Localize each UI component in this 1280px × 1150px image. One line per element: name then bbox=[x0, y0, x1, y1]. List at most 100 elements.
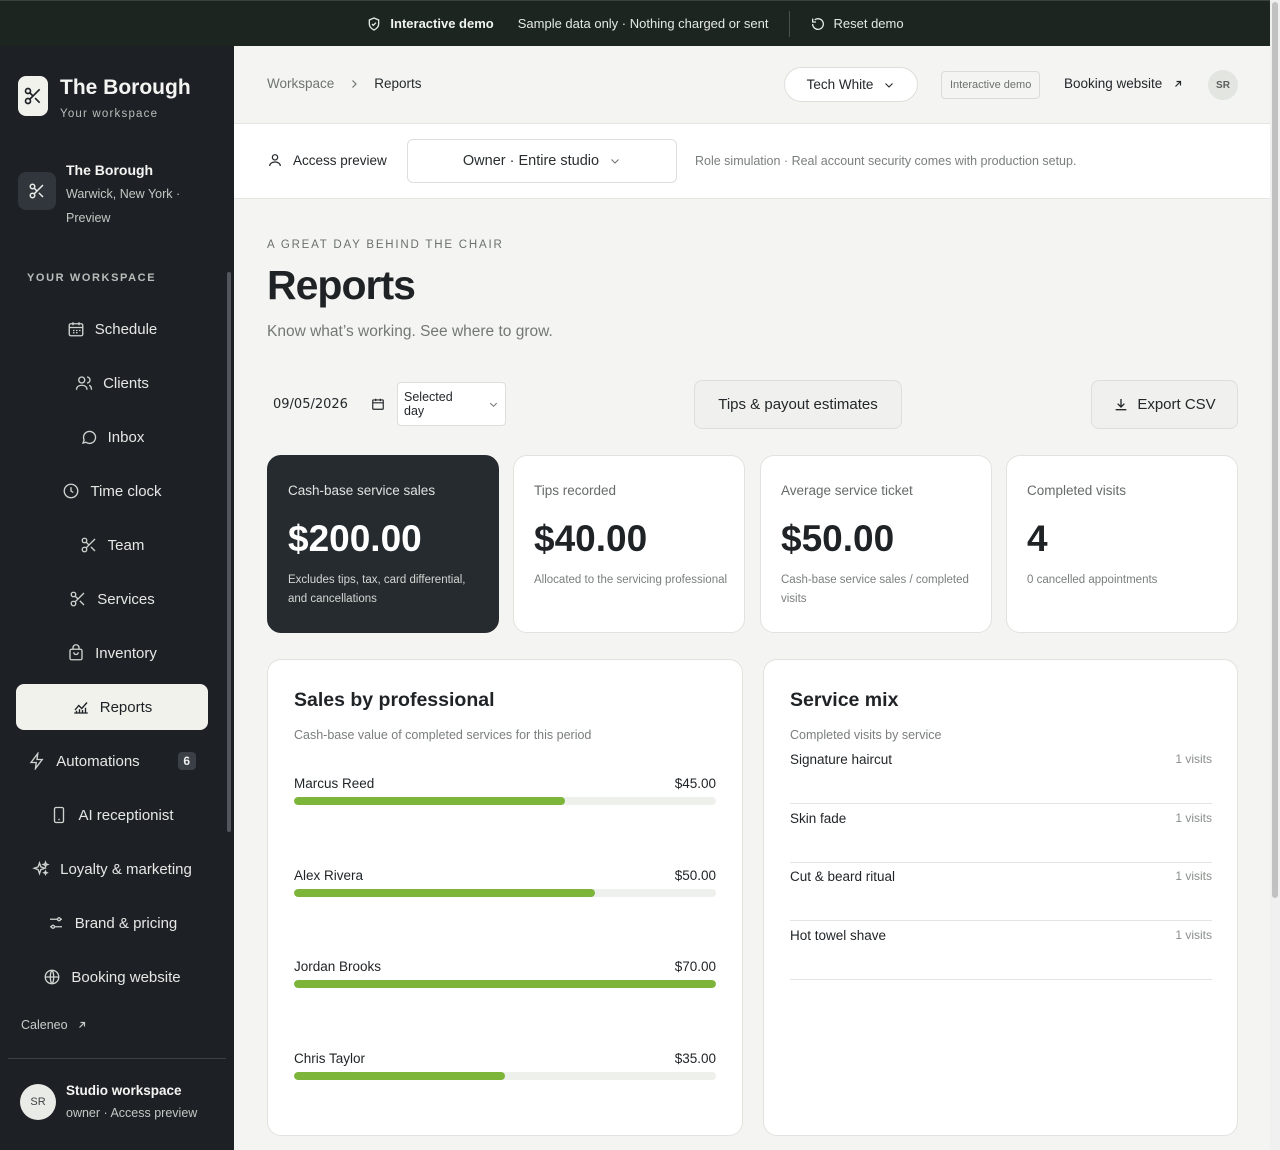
sidebar-item-brand-pricing[interactable]: Brand & pricing bbox=[16, 900, 208, 946]
demo-banner-title: Interactive demo bbox=[366, 16, 494, 32]
access-preview-bar: Access preview Owner · Entire studio Rol… bbox=[234, 124, 1270, 199]
sidebar: The Borough Your workspace The Borough W… bbox=[0, 46, 234, 1150]
brand-subtitle: Your workspace bbox=[60, 108, 159, 120]
demo-banner-divider bbox=[788, 10, 790, 37]
studio-card[interactable]: The Borough Warwick, New York · Preview bbox=[18, 158, 196, 230]
sidebar-section-label: YOUR WORKSPACE bbox=[27, 272, 157, 284]
lightning-icon bbox=[29, 752, 44, 770]
progress-track bbox=[294, 889, 716, 897]
scissors-icon bbox=[81, 537, 96, 553]
professional-value: $70.00 bbox=[674, 959, 716, 974]
breadcrumb: Workspace Reports bbox=[267, 76, 422, 91]
sidebar-user[interactable]: SR Studio workspace owner · Access previ… bbox=[20, 1080, 197, 1124]
service-row: Signature haircut 1 visits bbox=[790, 745, 1212, 804]
service-mix-panel: Service mix Completed visits by service … bbox=[763, 659, 1238, 1136]
sidebar-item-ai-receptionist[interactable]: AI receptionist bbox=[16, 792, 208, 838]
service-row: Cut & beard ritual 1 visits bbox=[790, 862, 1212, 921]
kpi-value: 4 bbox=[1027, 518, 1048, 559]
scissors-icon bbox=[29, 183, 44, 199]
kpi-value: $50.00 bbox=[781, 518, 895, 559]
service-visit-count: 1 visits bbox=[1175, 811, 1212, 825]
sidebar-item-inventory[interactable]: Inventory bbox=[16, 630, 208, 676]
breadcrumb-workspace[interactable]: Workspace bbox=[267, 76, 334, 91]
sliders-icon bbox=[49, 917, 62, 929]
professional-value: $35.00 bbox=[674, 1051, 716, 1066]
sidebar-item-clients[interactable]: Clients bbox=[16, 360, 208, 406]
panel-title: Sales by professional bbox=[294, 689, 495, 711]
sidebar-item-automations[interactable]: Automations 6 bbox=[16, 738, 208, 784]
theme-select[interactable]: Tech White bbox=[784, 67, 918, 102]
sidebar-user-role: owner · Access preview bbox=[66, 1106, 198, 1120]
sidebar-user-name: Studio workspace bbox=[66, 1083, 182, 1098]
demo-banner-note: Sample data only · Nothing charged or se… bbox=[517, 16, 769, 31]
reset-demo-button[interactable]: Reset demo bbox=[810, 16, 904, 32]
sidebar-item-reports[interactable]: Reports bbox=[16, 684, 208, 730]
sales-by-professional-panel: Sales by professional Cash-base value of… bbox=[267, 659, 743, 1136]
kpi-label: Cash-base service sales bbox=[288, 483, 436, 498]
shopping-bag-icon bbox=[69, 644, 83, 661]
professional-row: Marcus Reed $45.00 bbox=[294, 776, 716, 816]
users-icon bbox=[75, 376, 93, 390]
calendar-icon[interactable] bbox=[371, 397, 385, 411]
professional-name: Alex Rivera bbox=[294, 868, 364, 883]
panel-title: Service mix bbox=[790, 689, 899, 711]
service-name: Cut & beard ritual bbox=[790, 869, 896, 884]
page-title: Reports bbox=[267, 262, 416, 308]
sidebar-divider bbox=[8, 1058, 226, 1059]
calendar-icon bbox=[68, 322, 84, 337]
chart-line-icon bbox=[73, 702, 88, 714]
service-name: Skin fade bbox=[790, 811, 847, 826]
studio-location: Warwick, New York · Preview bbox=[66, 187, 181, 225]
demo-banner: Interactive demo Sample data only · Noth… bbox=[0, 0, 1270, 46]
service-row: Hot towel shave 1 visits bbox=[790, 921, 1212, 980]
professional-row: Chris Taylor $35.00 bbox=[294, 1051, 716, 1091]
tips-payout-button[interactable]: Tips & payout estimates bbox=[694, 380, 902, 429]
sidebar-item-loyalty-marketing[interactable]: Loyalty & marketing bbox=[16, 846, 208, 892]
sparkles-icon bbox=[32, 860, 50, 876]
chevron-right-icon bbox=[352, 79, 358, 88]
sidebar-item-services[interactable]: Services bbox=[16, 576, 208, 622]
studio-icon bbox=[18, 172, 56, 210]
brand[interactable]: The Borough Your workspace bbox=[18, 76, 191, 120]
service-name: Signature haircut bbox=[790, 752, 893, 767]
period-select[interactable]: Selected day bbox=[397, 382, 506, 426]
progress-fill bbox=[294, 797, 566, 805]
sidebar-item-schedule[interactable]: Schedule bbox=[16, 306, 208, 352]
kpi-card-average-ticket: Average service ticket $50.00 Cash-base … bbox=[760, 455, 992, 633]
export-csv-button[interactable]: Export CSV bbox=[1091, 380, 1238, 429]
phone-icon bbox=[54, 806, 65, 824]
chevron-down-icon bbox=[885, 82, 894, 88]
sidebar-item-team[interactable]: Team bbox=[16, 522, 208, 568]
kpi-note: 0 cancelled appointments bbox=[1027, 574, 1158, 586]
service-row: Skin fade 1 visits bbox=[790, 804, 1212, 863]
page-scrollbar[interactable] bbox=[1270, 0, 1280, 1150]
external-link-icon bbox=[78, 1021, 85, 1028]
professional-value: $50.00 bbox=[674, 868, 716, 883]
caleneo-link[interactable]: Caleneo bbox=[21, 1018, 88, 1032]
booking-website-link[interactable]: Booking website bbox=[1064, 76, 1184, 91]
avatar[interactable]: SR bbox=[1208, 70, 1238, 100]
sidebar-item-inbox[interactable]: Inbox bbox=[16, 414, 208, 460]
demo-chip: Interactive demo bbox=[941, 71, 1041, 99]
kpi-label: Average service ticket bbox=[781, 483, 913, 498]
external-link-icon bbox=[1175, 80, 1182, 87]
sidebar-item-booking-website[interactable]: Booking website bbox=[16, 954, 208, 1000]
sidebar-item-time-clock[interactable]: Time clock bbox=[16, 468, 208, 514]
role-select[interactable]: Owner · Entire studio bbox=[407, 139, 677, 183]
brand-logo bbox=[18, 76, 48, 116]
automations-count-badge: 6 bbox=[177, 752, 196, 770]
service-name: Hot towel shave bbox=[790, 928, 887, 943]
service-visit-count: 1 visits bbox=[1175, 752, 1212, 766]
scissors-icon bbox=[24, 87, 41, 105]
service-visit-count: 1 visits bbox=[1175, 869, 1212, 883]
professional-name: Chris Taylor bbox=[294, 1051, 366, 1066]
kpi-note: Excludes tips, tax, card differential, a… bbox=[288, 574, 466, 605]
chevron-down-icon bbox=[611, 159, 619, 164]
panel-subtitle: Completed visits by service bbox=[790, 728, 942, 742]
kpi-label: Completed visits bbox=[1027, 483, 1127, 498]
date-input[interactable]: 09/05/2026 bbox=[267, 382, 391, 426]
kpi-label: Tips recorded bbox=[534, 483, 617, 498]
kpi-value: $200.00 bbox=[288, 518, 422, 559]
kpi-card-tips: Tips recorded $40.00 Allocated to the se… bbox=[513, 455, 745, 633]
sidebar-scrollbar[interactable] bbox=[226, 272, 232, 1004]
